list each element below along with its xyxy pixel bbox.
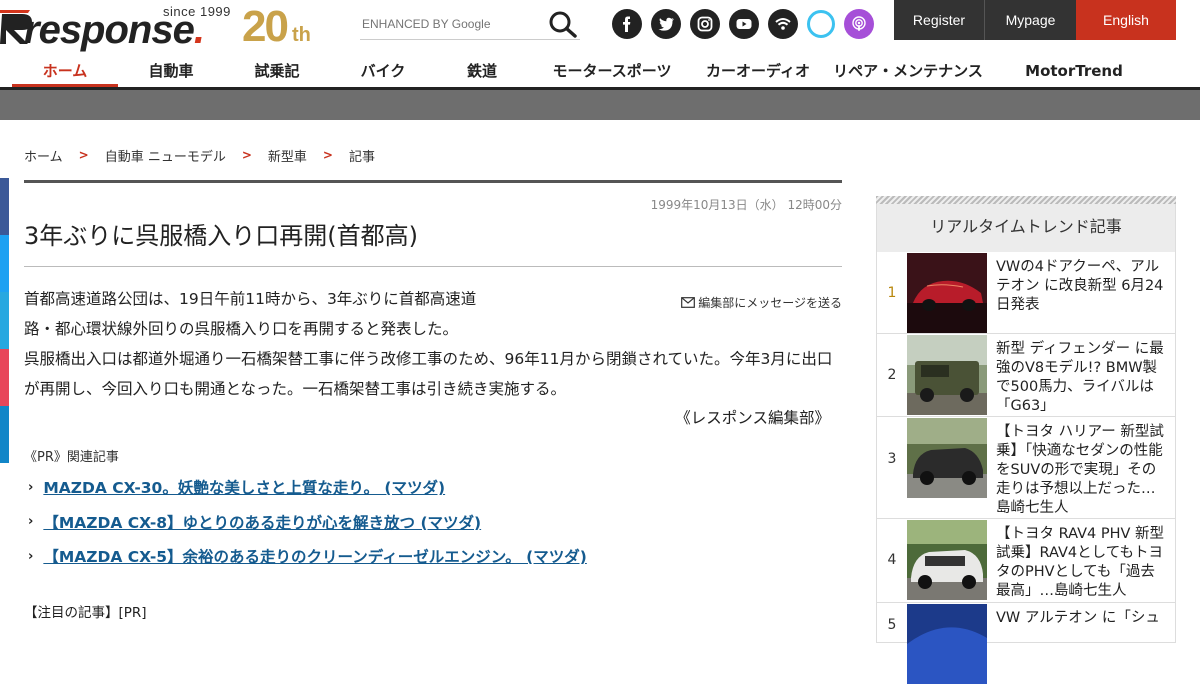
breadcrumb-current: 記事: [348, 149, 375, 165]
site-search: [360, 8, 580, 40]
nav-item-bikes[interactable]: バイク: [332, 52, 434, 87]
breadcrumb-car-new-model[interactable]: 自動車 ニューモデル: [105, 146, 226, 165]
breadcrumb-home[interactable]: ホーム: [24, 146, 63, 165]
trend-rank: 4: [887, 552, 897, 568]
trend-rank: 5: [887, 617, 897, 633]
ad-banner-placeholder: [0, 90, 1200, 120]
trend-rank: 3: [887, 451, 897, 467]
english-button[interactable]: English: [1076, 0, 1176, 40]
trend-item[interactable]: 2 新型 ディフェンダー に最強のV8モデル!? BMW製で500馬力、ライバル…: [877, 334, 1175, 417]
rss-icon[interactable]: [768, 9, 798, 39]
share-twitter-button[interactable]: [0, 235, 9, 292]
pr-link[interactable]: MAZDA CX-30。妖艶な美しさと上質な走り。 (マツダ): [43, 476, 445, 498]
facebook-icon[interactable]: [612, 9, 642, 39]
breadcrumb: ホーム > 自動車 ニューモデル > 新型車 > 記事: [24, 146, 375, 165]
twitter-icon[interactable]: [651, 9, 681, 39]
chevron-right-icon: >: [241, 148, 252, 162]
logo-anniversary-suffix: th: [292, 24, 311, 46]
chevron-right-icon: >: [322, 148, 333, 162]
share-facebook-button[interactable]: [0, 178, 9, 235]
site-logo[interactable]: since 1999 response. 20 th: [0, 2, 320, 52]
article-paragraph: 呉服橋出入口は都道外堀通り一石橋架替工事に伴う改修工事のため、96年11月から閉…: [24, 350, 833, 398]
chevron-right-icon: ›: [28, 514, 34, 530]
trend-thumbnail[interactable]: [907, 418, 987, 498]
logo-wordmark: response.: [24, 8, 205, 52]
article-date: 1999年10月13日（水） 12時00分: [650, 198, 842, 212]
share-pocket-button[interactable]: [0, 349, 9, 406]
article-top-rule: [24, 180, 842, 183]
youtube-icon[interactable]: [729, 9, 759, 39]
site-header: since 1999 response. 20 th ENHANCED BY G…: [0, 0, 1200, 52]
trend-rank: 1: [887, 285, 897, 301]
alexa-icon[interactable]: [807, 10, 835, 38]
social-links: [612, 9, 874, 39]
pr-related-links: › MAZDA CX-30。妖艶な美しさと上質な走り。 (マツダ) › 【MAZDA…: [28, 470, 587, 574]
featured-articles-label: 【注目の記事】[PR]: [24, 605, 147, 621]
article-paragraph: 首都高速道路公団は、19日午前11時から、3年ぶりに首都高速道路・都心環状線外回…: [24, 290, 477, 338]
pr-related-label: 《PR》関連記事: [24, 450, 119, 465]
pr-link[interactable]: 【MAZDA CX-5】余裕のある走りのクリーンディーゼルエンジン。 (マツダ): [43, 545, 586, 567]
share-hatena-button[interactable]: [0, 292, 9, 349]
share-sidebar: [0, 178, 9, 463]
nav-item-cars[interactable]: 自動車: [120, 52, 222, 87]
trend-thumbnail[interactable]: [907, 520, 987, 600]
trend-title[interactable]: 新型 ディフェンダー に最強のV8モデル!? BMW製で500馬力、ライバルは「…: [996, 340, 1168, 416]
trend-title[interactable]: 【トヨタ RAV4 PHV 新型試乗】RAV4としてもトヨタのPHVとしても「過…: [996, 525, 1168, 601]
nav-item-test-drive[interactable]: 試乗記: [222, 52, 332, 87]
trend-sidebar: リアルタイムトレンド記事 1 VWの4ドアクーペ、アルテオン に改良新型 6月2…: [876, 196, 1176, 684]
nav-item-home[interactable]: ホーム: [12, 52, 118, 87]
trend-thumbnail[interactable]: [907, 604, 987, 684]
nav-item-car-audio[interactable]: カーオーディオ: [694, 52, 822, 87]
nav-item-motortrend[interactable]: MotorTrend: [994, 52, 1154, 87]
chevron-right-icon: ›: [28, 548, 34, 564]
search-icon[interactable]: [548, 10, 578, 38]
instagram-icon[interactable]: [690, 9, 720, 39]
trend-item[interactable]: 4 【トヨタ RAV4 PHV 新型試乗】RAV4としてもトヨタのPHVとしても…: [877, 519, 1175, 603]
list-item: › 【MAZDA CX-5】余裕のある走りのクリーンディーゼルエンジン。 (マツダ…: [28, 539, 587, 574]
mypage-button[interactable]: Mypage: [984, 0, 1076, 40]
logo-anniversary-number: 20: [242, 2, 289, 51]
share-other-button[interactable]: [0, 406, 9, 463]
article-body: 首都高速道路公団は、19日午前11時から、3年ぶりに首都高速道路・都心環状線外回…: [24, 284, 842, 432]
nav-item-railway[interactable]: 鉄道: [434, 52, 530, 87]
register-button[interactable]: Register: [894, 0, 984, 40]
list-item: › 【MAZDA CX-8】ゆとりのある走りが心を解き放つ (マツダ): [28, 505, 587, 540]
trend-title[interactable]: VW アルテオン に「シュ: [996, 609, 1168, 628]
breadcrumb-new-car[interactable]: 新型車: [268, 146, 307, 165]
search-input[interactable]: [362, 12, 542, 36]
sidebar-hatch-divider: [876, 196, 1176, 204]
sidebar-heading: リアルタイムトレンド記事: [876, 204, 1176, 252]
nav-item-motorsports[interactable]: モータースポーツ: [530, 52, 694, 87]
trend-list: 1 VWの4ドアクーペ、アルテオン に改良新型 6月24日発表 2 新型 ディフ…: [876, 252, 1176, 684]
chevron-right-icon: ›: [28, 479, 34, 495]
trend-item[interactable]: 1 VWの4ドアクーペ、アルテオン に改良新型 6月24日発表: [877, 252, 1175, 334]
pr-link[interactable]: 【MAZDA CX-8】ゆとりのある走りが心を解き放つ (マツダ): [43, 511, 481, 533]
podcast-icon[interactable]: [844, 9, 874, 39]
article-title: 3年ぶりに呉服橋入り口再開(首都高): [24, 222, 418, 250]
trend-rank: 2: [887, 367, 897, 383]
nav-item-repair-maintenance[interactable]: リペア・メンテナンス: [822, 52, 994, 87]
trend-title[interactable]: 【トヨタ ハリアー 新型試乗】「快適なセダンの性能をSUVの形で実現」その走りは…: [996, 423, 1168, 518]
list-item: › MAZDA CX-30。妖艶な美しさと上質な走り。 (マツダ): [28, 470, 587, 505]
chevron-right-icon: >: [78, 148, 89, 162]
main-nav: ホーム 自動車 試乗記 バイク 鉄道 モータースポーツ カーオーディオ リペア・…: [0, 52, 1200, 90]
trend-item[interactable]: 5 VW アルテオン に「シュ: [877, 603, 1175, 684]
trend-thumbnail[interactable]: [907, 335, 987, 415]
article-signature: 《レスポンス編集部》: [675, 409, 830, 427]
title-divider: [24, 266, 842, 267]
trend-item[interactable]: 3 【トヨタ ハリアー 新型試乗】「快適なセダンの性能をSUVの形で実現」その走…: [877, 417, 1175, 519]
account-links: Register Mypage English: [894, 0, 1176, 40]
trend-title[interactable]: VWの4ドアクーペ、アルテオン に改良新型 6月24日発表: [996, 258, 1168, 315]
article: 1999年10月13日（水） 12時00分 3年ぶりに呉服橋入り口再開(首都高)…: [24, 180, 842, 621]
trend-thumbnail[interactable]: [907, 253, 987, 333]
